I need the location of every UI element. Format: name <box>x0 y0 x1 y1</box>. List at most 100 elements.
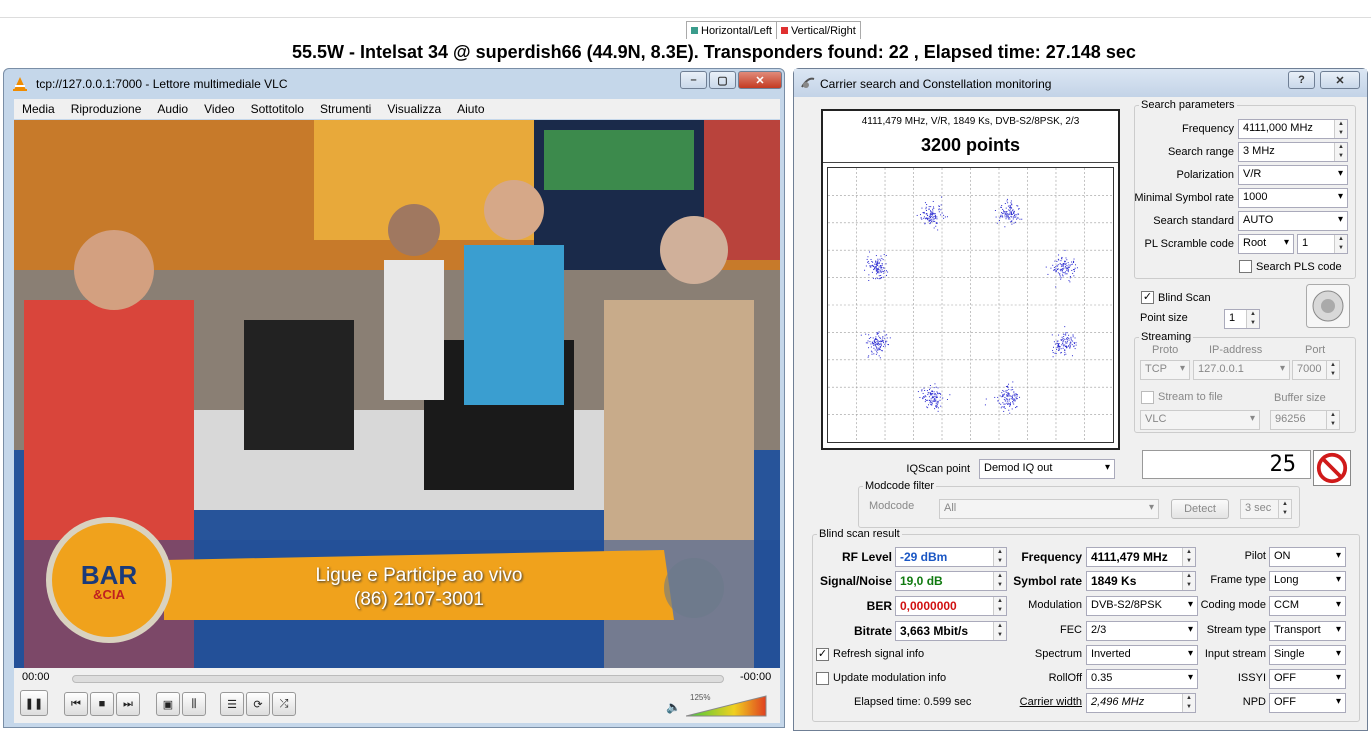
constellation-point <box>1007 218 1009 220</box>
menu-aiuto[interactable]: Aiuto <box>449 102 492 116</box>
constellation-point <box>1001 213 1003 215</box>
detect-interval-input[interactable]: 3 sec ▲ ▼ <box>1240 499 1292 519</box>
port-input[interactable]: 7000 ▲ ▼ <box>1292 360 1340 380</box>
frequency-input[interactable]: 4111,000 MHz ▲ ▼ <box>1238 119 1348 139</box>
min-symbol-rate-select[interactable]: 1000 <box>1238 188 1348 208</box>
seek-bar[interactable] <box>72 675 724 683</box>
constellation-point <box>1003 398 1005 400</box>
carrier-width-link[interactable]: Carrier width <box>990 696 1082 708</box>
pl-scramble-mode-select[interactable]: Root <box>1238 234 1294 254</box>
constellation-point <box>885 263 887 265</box>
modcode-select[interactable]: All <box>939 499 1159 519</box>
constellation-point <box>1066 342 1068 344</box>
constellation-point <box>1062 342 1064 344</box>
pause-button[interactable]: ❚❚ <box>20 690 48 716</box>
dialog-close-button[interactable]: ✕ <box>1320 71 1360 89</box>
video-frame[interactable]: BAR &CIA Ligue e Participe ao vivo (86) … <box>14 120 780 668</box>
next-button[interactable]: ⏭ <box>116 692 140 716</box>
constellation-point <box>872 265 874 267</box>
fullscreen-button[interactable]: ▣ <box>156 692 180 716</box>
constellation-point <box>1007 395 1009 397</box>
menu-sottotitolo[interactable]: Sottotitolo <box>243 102 312 116</box>
menu-video[interactable]: Video <box>196 102 242 116</box>
pilot-select[interactable]: ON <box>1269 547 1346 567</box>
constellation-point <box>1010 211 1012 213</box>
menu-riproduzione[interactable]: Riproduzione <box>63 102 150 116</box>
pl-scramble-label: PL Scramble code <box>1144 238 1234 250</box>
stream-to-file-checkbox[interactable] <box>1141 391 1154 404</box>
constellation-point <box>924 202 926 204</box>
buffer-size-input[interactable]: 96256 ▲ ▼ <box>1270 410 1340 430</box>
shuffle-button[interactable]: ⤮ <box>272 692 296 716</box>
search-standard-select[interactable]: AUTO <box>1238 211 1348 231</box>
dialog-titlebar[interactable]: Carrier search and Constellation monitor… <box>794 69 1367 97</box>
loop-button[interactable]: ⟳ <box>246 692 270 716</box>
constellation-point <box>936 401 938 403</box>
detect-interval-value: 3 sec <box>1245 502 1272 514</box>
playlist-button[interactable]: ☰ <box>220 692 244 716</box>
menu-audio[interactable]: Audio <box>149 102 196 116</box>
close-button[interactable]: ✕ <box>738 71 782 89</box>
port-spin[interactable]: ▲ ▼ <box>1326 361 1339 379</box>
constellation-point <box>925 399 927 401</box>
player-select[interactable]: VLC <box>1140 410 1260 430</box>
constellation-point <box>866 258 868 260</box>
menu-visualizza[interactable]: Visualizza <box>379 102 449 116</box>
minimize-button[interactable]: – <box>680 71 707 89</box>
proto-select[interactable]: TCP <box>1140 360 1190 380</box>
constellation-point <box>935 386 937 388</box>
volume-slider[interactable] <box>686 694 768 718</box>
detect-interval-spin[interactable]: ▲ ▼ <box>1278 500 1291 518</box>
extended-settings-button[interactable]: ⫼ <box>182 692 206 716</box>
dish-button[interactable] <box>1306 284 1350 328</box>
constellation-point <box>931 404 933 406</box>
pl-scramble-code-input[interactable]: 1 ▲ ▼ <box>1297 234 1348 254</box>
frequency-spin[interactable]: ▲ ▼ <box>1334 120 1347 138</box>
vlc-titlebar[interactable]: tcp://127.0.0.1:7000 - Lettore multimedi… <box>4 69 784 97</box>
refresh-signal-checkbox[interactable]: ✓ <box>816 648 829 661</box>
input-stream-select[interactable]: Single <box>1269 645 1346 665</box>
update-modulation-checkbox[interactable] <box>816 672 829 685</box>
constellation-point <box>879 258 881 260</box>
stop-button[interactable]: ■ <box>90 692 114 716</box>
constellation-point <box>1016 406 1018 408</box>
npd-select[interactable]: OFF <box>1269 693 1346 713</box>
result-frequency-value: 4111,479 MHz <box>1091 550 1168 564</box>
issyi-select[interactable]: OFF <box>1269 669 1346 689</box>
detect-button[interactable]: Detect <box>1171 499 1229 519</box>
search-range-input[interactable]: 3 MHz ▲ ▼ <box>1238 142 1348 162</box>
menu-media[interactable]: Media <box>14 102 63 116</box>
constellation-point <box>878 340 880 342</box>
constellation-point <box>933 400 935 402</box>
constellation-point <box>867 340 869 342</box>
shuffle-icon: ⤮ <box>279 697 289 710</box>
previous-button[interactable]: ⏮ <box>64 692 88 716</box>
speaker-icon[interactable]: 🔈 <box>666 700 681 714</box>
constellation-point <box>883 272 885 274</box>
stream-type-select[interactable]: Transport <box>1269 621 1346 641</box>
constellation-point <box>933 215 935 217</box>
constellation-point <box>1064 265 1066 267</box>
point-size-spin[interactable]: ▲ ▼ <box>1246 310 1259 328</box>
buffer-size-spin[interactable]: ▲ ▼ <box>1326 411 1339 429</box>
search-pls-checkbox[interactable] <box>1239 260 1252 273</box>
search-range-spin[interactable]: ▲ ▼ <box>1334 143 1347 161</box>
help-button[interactable]: ? <box>1288 71 1315 89</box>
point-size-input[interactable]: 1 ▲ ▼ <box>1224 309 1260 329</box>
constellation-point <box>937 404 939 406</box>
constellation-point <box>934 393 936 395</box>
ip-address-select[interactable]: 127.0.0.1 <box>1193 360 1290 380</box>
result-frequency-label: Frequency <box>1021 550 1082 564</box>
polarization-select[interactable]: V/R <box>1238 165 1348 185</box>
constellation-point <box>1007 202 1009 204</box>
maximize-button[interactable]: ▢ <box>709 71 736 89</box>
blind-scan-checkbox[interactable]: ✓ <box>1141 291 1154 304</box>
iq-scan-select[interactable]: Demod IQ out <box>979 459 1115 479</box>
frame-type-select[interactable]: Long <box>1269 571 1346 591</box>
coding-mode-select[interactable]: CCM <box>1269 596 1346 616</box>
stop-scan-button[interactable] <box>1313 450 1351 486</box>
menu-strumenti[interactable]: Strumenti <box>312 102 379 116</box>
constellation-point <box>1013 403 1015 405</box>
constellation-point <box>936 391 938 393</box>
pl-scramble-spin[interactable]: ▲ ▼ <box>1334 235 1347 253</box>
